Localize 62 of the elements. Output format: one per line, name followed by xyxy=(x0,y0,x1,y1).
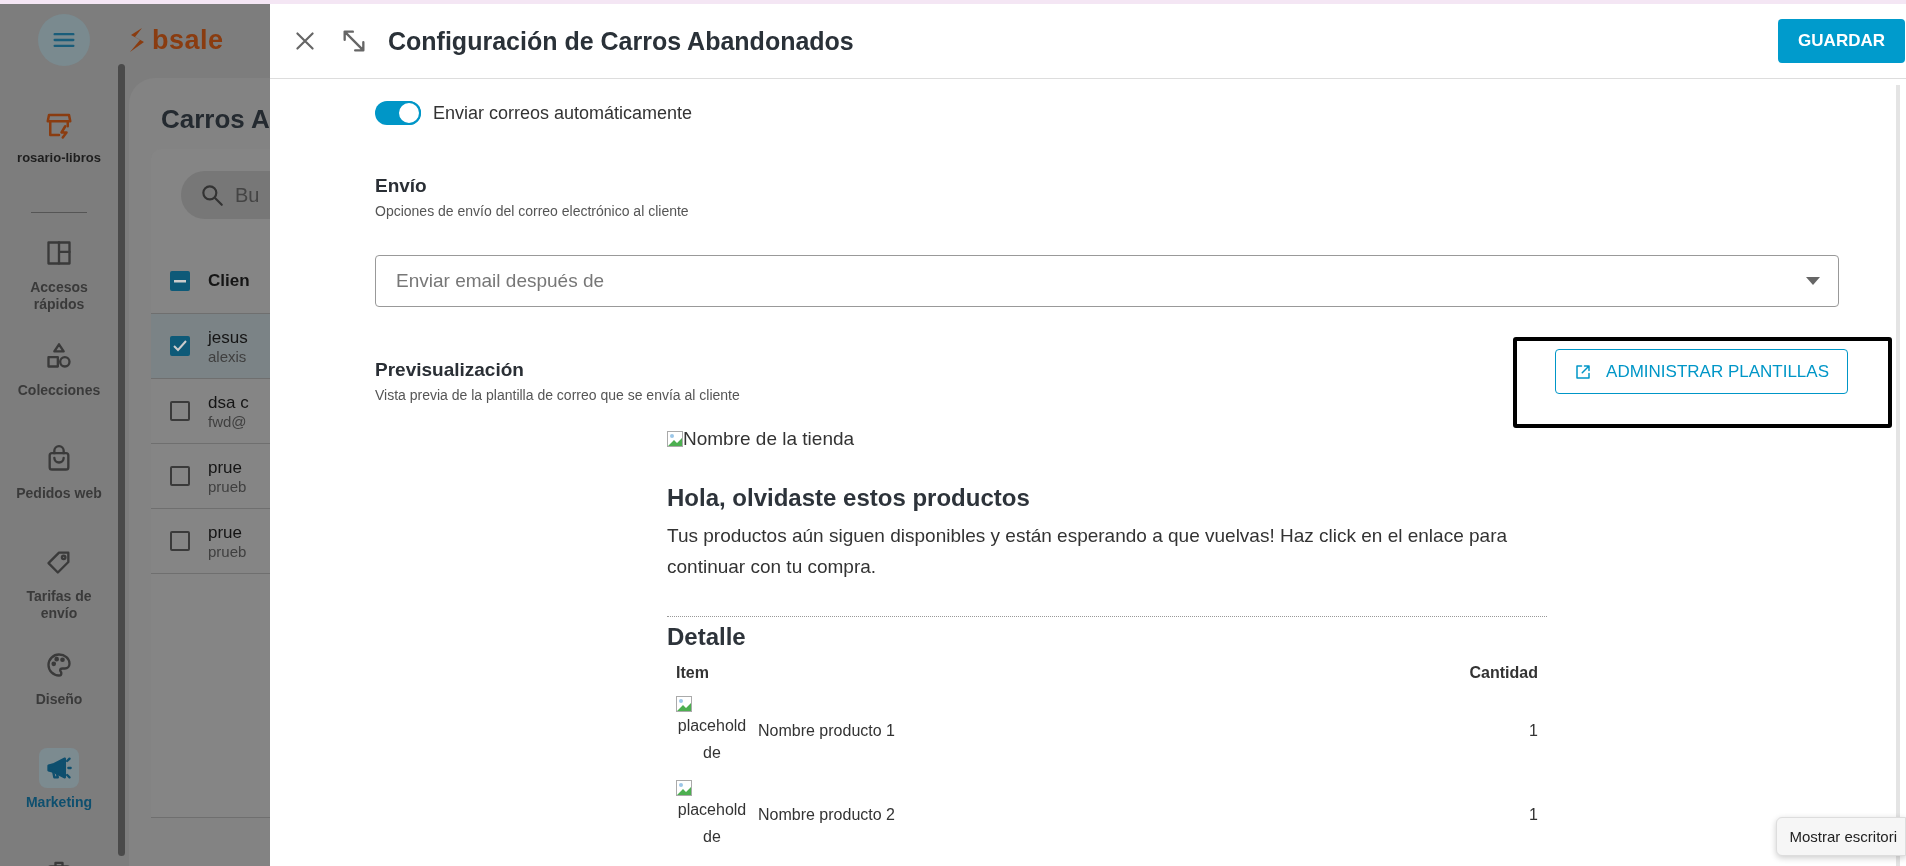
sidebar-item[interactable]: Pedidos web xyxy=(9,439,109,542)
logo-icon xyxy=(128,27,146,53)
external-link-icon xyxy=(1574,362,1593,381)
checkmark-icon xyxy=(173,340,187,352)
customer-name: prue xyxy=(208,522,244,543)
manage-templates-button[interactable]: ADMINISTRAR PLANTILLAS xyxy=(1555,349,1848,394)
row-checkbox[interactable] xyxy=(170,466,190,486)
product-name: Nombre producto 1 xyxy=(757,721,896,741)
section-heading: Envío xyxy=(375,175,428,197)
sidebar-item[interactable]: Colecciones xyxy=(9,336,109,439)
broken-image-icon xyxy=(667,431,683,447)
column-header: Clien xyxy=(208,271,250,291)
shopping-bag-icon xyxy=(45,445,73,473)
customer-name: prue xyxy=(208,457,244,478)
customer-email: fwd@ xyxy=(208,412,248,430)
tooltip: Mostrar escritori xyxy=(1776,817,1906,856)
megaphone-icon xyxy=(45,754,73,782)
sidebar-item[interactable]: Tarifas de envío xyxy=(9,542,109,645)
search-icon xyxy=(199,182,225,208)
row-checkbox[interactable] xyxy=(170,336,190,356)
broken-image-icon xyxy=(676,696,692,712)
row-checkbox[interactable] xyxy=(170,531,190,551)
section-heading: Previsualización xyxy=(375,359,525,381)
product-quantity: 1 xyxy=(1528,805,1539,825)
palette-icon xyxy=(45,651,73,679)
email-text: Tus productos aún siguen disponibles y están esperando a que vuelvas! Haz click en el enlace para continuar con tu compra. xyxy=(667,524,1509,579)
layout-icon xyxy=(45,239,73,267)
customer-name: dsa c xyxy=(208,392,249,413)
page-title: Carros A xyxy=(160,103,270,136)
product-image-alt: placehold de xyxy=(676,716,748,763)
product-image-alt: placehold de xyxy=(676,800,748,847)
toggle-switch[interactable] xyxy=(375,101,421,125)
select-all-checkbox[interactable] xyxy=(170,271,190,291)
section-subtitle: Vista previa de la plantilla de correo que se envía al cliente xyxy=(375,387,740,403)
sidebar-item[interactable]: Diseño xyxy=(9,645,109,748)
section-subtitle: Opciones de envío del correo electrónico al cliente xyxy=(375,203,690,219)
customer-email: prueb xyxy=(208,477,247,495)
menu-button[interactable] xyxy=(38,14,90,66)
sidebar-item[interactable]: Marketing xyxy=(9,748,109,851)
diagonal-arrow-icon xyxy=(340,27,368,55)
sidebar-item[interactable]: Accesos rápidos xyxy=(9,233,109,336)
row-checkbox[interactable] xyxy=(170,401,190,421)
product-quantity: 1 xyxy=(1528,721,1539,741)
detail-heading: Detalle xyxy=(667,623,747,651)
logo-text: bsale xyxy=(152,24,224,56)
drawer-title: Configuración de Carros Abandonados xyxy=(388,26,855,56)
customer-email: alexis xyxy=(208,347,248,365)
broken-image-icon xyxy=(676,780,692,796)
dropdown-caret-icon xyxy=(1806,277,1820,285)
product-name: Nombre producto 2 xyxy=(757,805,896,825)
delay-select[interactable]: Enviar email después de xyxy=(375,255,1839,307)
column-header: Item xyxy=(675,663,710,683)
customer-email: prueb xyxy=(208,542,247,560)
customer-name: jesus xyxy=(208,327,248,348)
column-header: Cantidad xyxy=(1468,663,1539,683)
toggle-label: Enviar correos automáticamente xyxy=(433,102,693,124)
shapes-icon xyxy=(45,342,73,370)
store-logo-alt: Nombre de la tienda xyxy=(667,428,1547,450)
minus-icon xyxy=(174,279,186,283)
save-button[interactable]: GUARDAR xyxy=(1778,19,1905,63)
email-heading: Hola, olvidaste estos productos xyxy=(667,484,1031,512)
store-name: rosario-libros xyxy=(17,150,101,165)
